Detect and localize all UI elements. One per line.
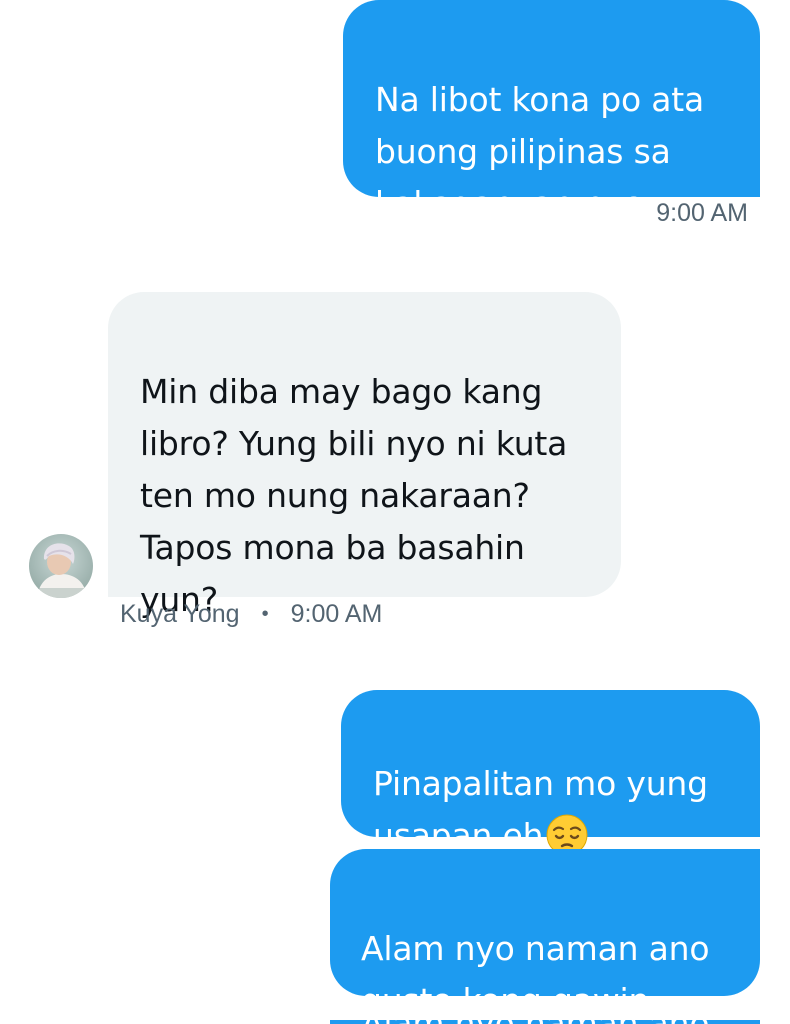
meta-separator: • (261, 603, 269, 625)
message-text: Alam nyo naman ano (361, 1004, 710, 1024)
message-text: Pinapalitan mo yung usapan eh (373, 764, 708, 855)
outgoing-message-partial[interactable]: Alam nyo naman ano (330, 1007, 760, 1024)
user-avatar-icon (29, 534, 93, 598)
outgoing-message[interactable]: Na libot kona po ata buong pilipinas sa … (343, 0, 760, 223)
message-text: Min diba may bago kang libro? Yung bili … (140, 372, 568, 619)
message-text: Na libot kona po ata buong pilipinas sa … (375, 80, 705, 223)
outgoing-message[interactable]: Pinapalitan mo yung usapan eh (341, 690, 760, 855)
message-meta: Kuya Yong • 9:00 AM (120, 600, 382, 629)
message-timestamp: 9:00 AM (290, 600, 383, 628)
sender-name[interactable]: Kuya Yong (120, 600, 240, 629)
conversation-view: Na libot kona po ata buong pilipinas sa … (0, 0, 790, 1024)
incoming-message[interactable]: Min diba may bago kang libro? Yung bili … (108, 292, 621, 619)
message-timestamp: 9:00 AM (656, 199, 748, 227)
avatar[interactable] (29, 534, 93, 598)
outgoing-message[interactable]: Alam nyo naman ano gusto kong gawin (330, 849, 760, 1020)
